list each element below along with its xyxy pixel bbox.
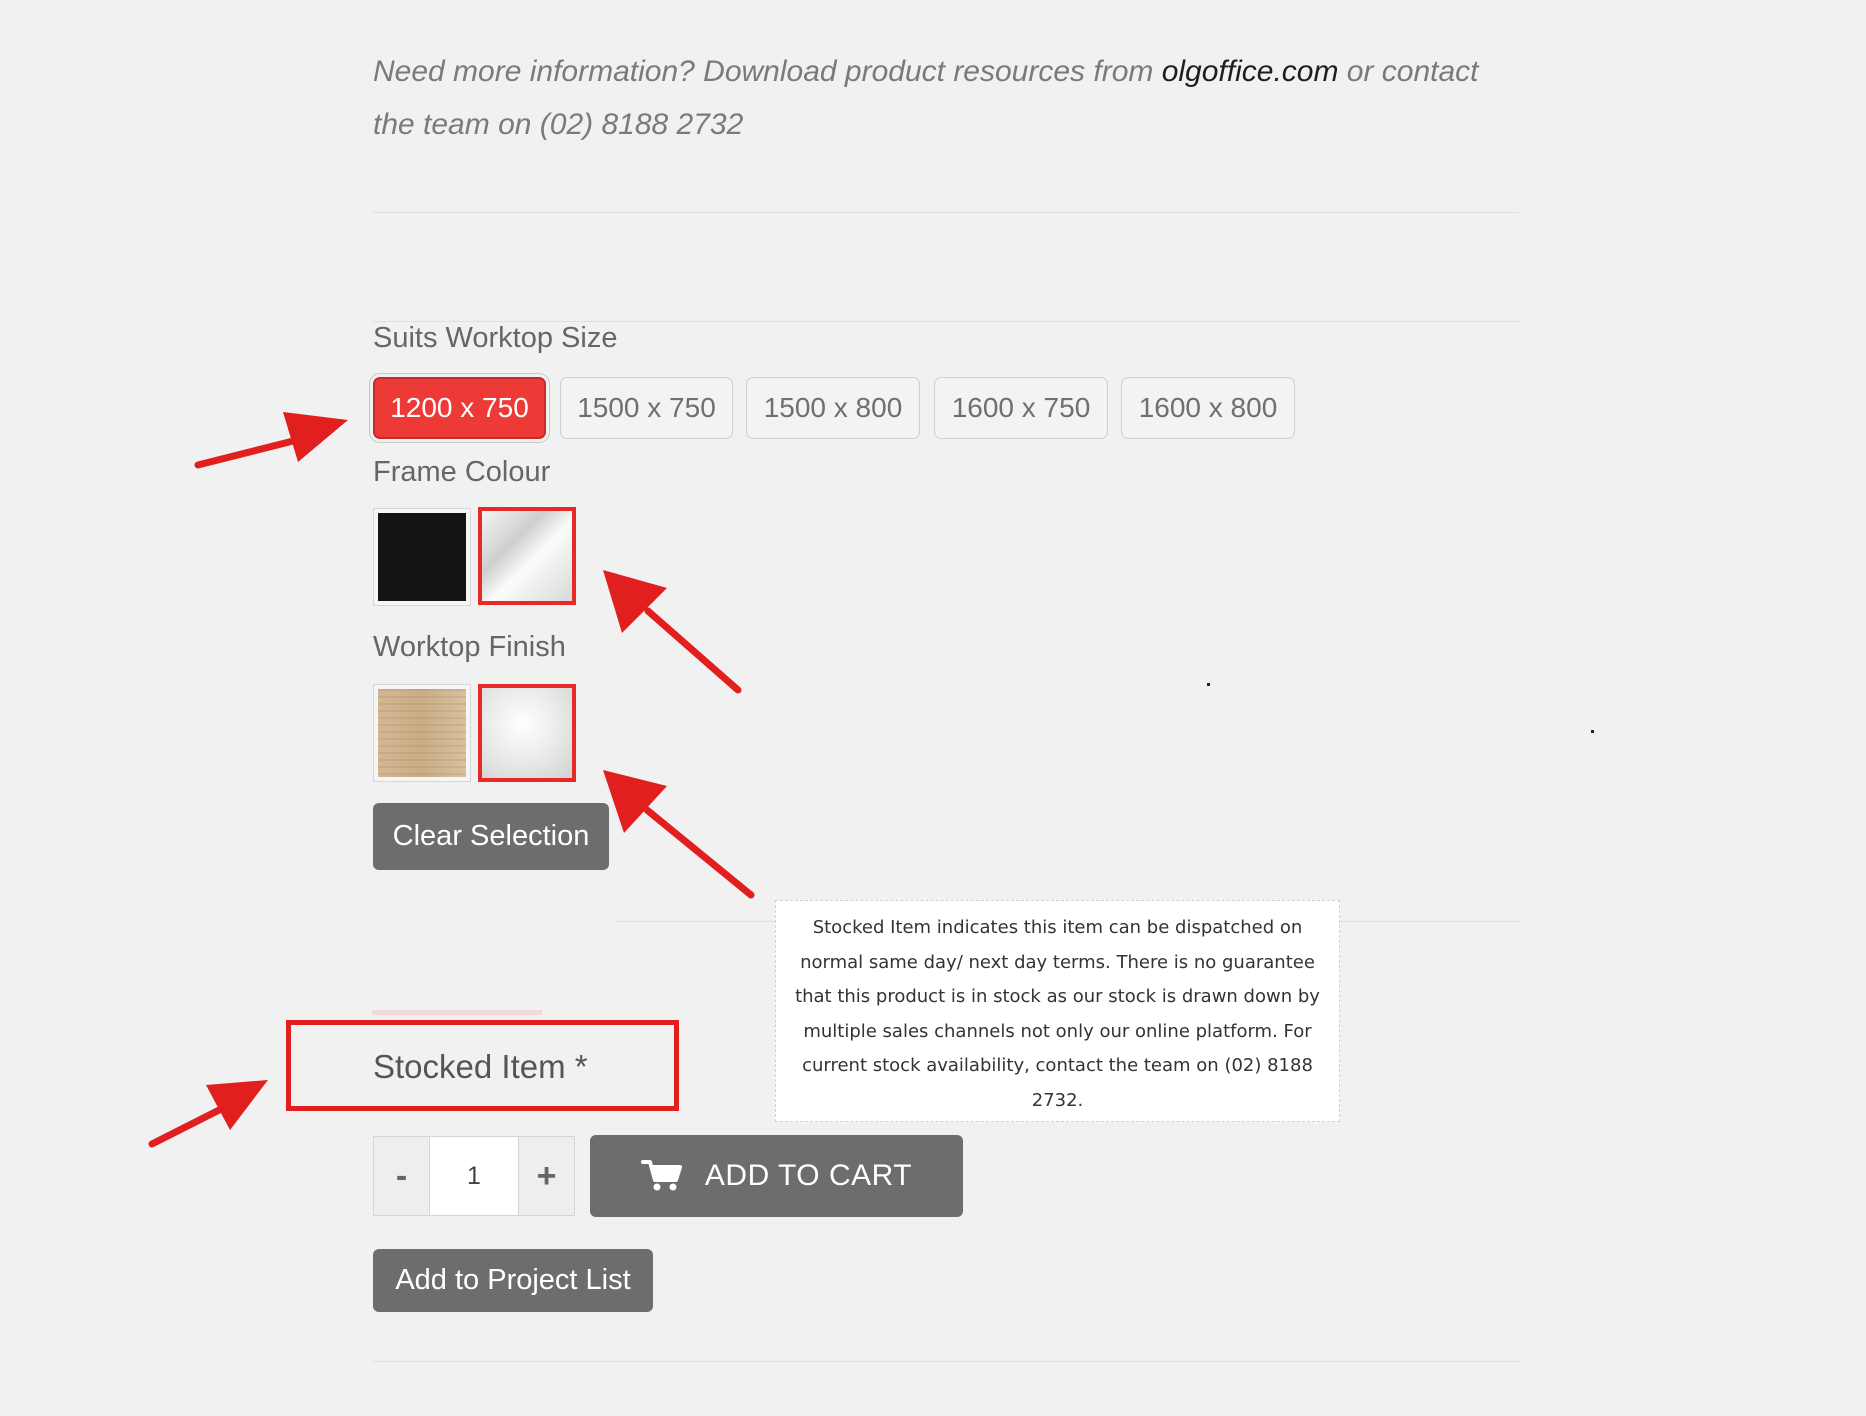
olgoffice-link[interactable]: olgoffice.com: [1162, 55, 1339, 88]
info-text-before: Need more information? Download product …: [373, 55, 1162, 88]
clear-selection-button[interactable]: Clear Selection: [373, 803, 609, 870]
divider: [373, 1361, 1519, 1362]
add-to-cart-label: ADD TO CART: [704, 1159, 913, 1192]
cart-icon: [640, 1160, 682, 1191]
arrow-icon: [603, 770, 755, 899]
dot-mark: [1591, 730, 1594, 733]
arrow-icon: [148, 1080, 268, 1148]
arrow-icon: [603, 570, 742, 694]
worktop-finish-swatch-oak[interactable]: [373, 684, 471, 782]
frame-colour-swatch-black[interactable]: [373, 508, 471, 606]
faded-badge: [372, 1010, 542, 1015]
product-info-text: Need more information? Download product …: [373, 45, 1523, 151]
quantity-increase-button[interactable]: +: [518, 1136, 575, 1216]
quantity-input[interactable]: 1: [430, 1136, 518, 1216]
add-to-cart-button[interactable]: ADD TO CART: [590, 1135, 963, 1217]
size-option-1500x750[interactable]: 1500 x 750: [560, 377, 733, 439]
quantity-decrease-button[interactable]: -: [373, 1136, 430, 1216]
size-option-1600x800[interactable]: 1600 x 800: [1121, 377, 1295, 439]
size-option-1200x750[interactable]: 1200 x 750: [373, 377, 546, 439]
tooltip-text: Stocked Item indicates this item can be …: [795, 917, 1320, 1111]
arrow-icon: [194, 412, 348, 469]
size-option-1600x750[interactable]: 1600 x 750: [934, 377, 1108, 439]
stocked-item-tooltip: Stocked Item indicates this item can be …: [775, 900, 1340, 1122]
frame-colour-label: Frame Colour: [373, 456, 551, 488]
add-to-project-list-button[interactable]: Add to Project List: [373, 1249, 653, 1312]
frame-colour-swatch-white[interactable]: [478, 507, 576, 605]
worktop-size-label: Suits Worktop Size: [373, 322, 618, 354]
worktop-finish-label: Worktop Finish: [373, 631, 566, 663]
dot-mark: [1207, 683, 1210, 686]
worktop-finish-swatch-white[interactable]: [478, 684, 576, 782]
divider: [373, 212, 1519, 213]
stocked-item-label: Stocked Item *: [373, 1048, 588, 1085]
size-option-1500x800[interactable]: 1500 x 800: [746, 377, 920, 439]
